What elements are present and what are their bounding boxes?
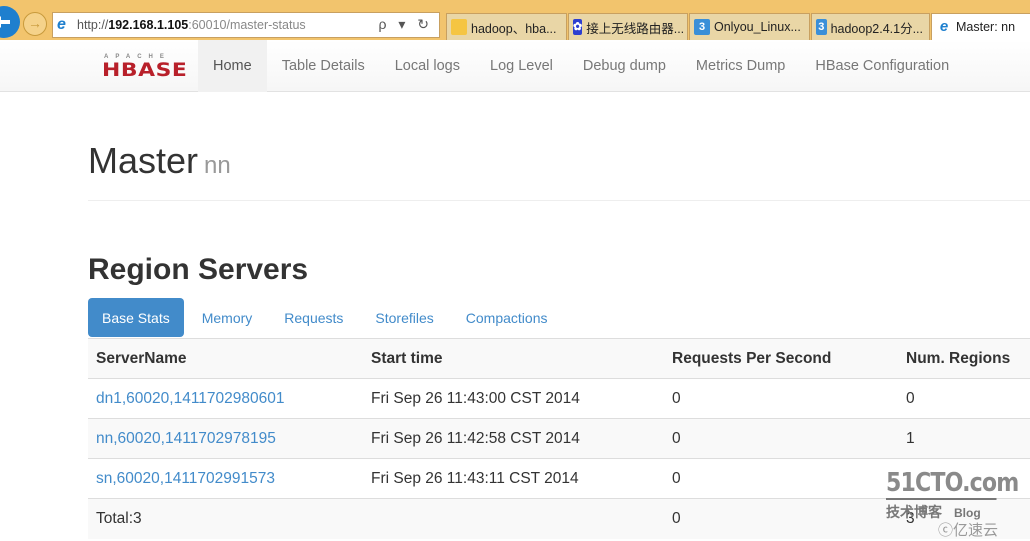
- start-time-cell: Fri Sep 26 11:42:58 CST 2014: [363, 418, 664, 459]
- site-3-icon: 3: [694, 19, 710, 35]
- back-arrow-icon: [0, 16, 10, 28]
- forward-button[interactable]: →: [23, 12, 47, 36]
- browser-tab-active[interactable]: e Master: nn: [931, 13, 1030, 40]
- column-header: Requests Per Second: [664, 338, 898, 379]
- browser-tab[interactable]: hadoop、hba...: [446, 13, 567, 40]
- nav-metrics-dump[interactable]: Metrics Dump: [681, 40, 800, 92]
- browser-tab[interactable]: 3 Onlyou_Linux...: [689, 13, 810, 40]
- address-url[interactable]: http://192.168.1.105:60010/master-status: [77, 18, 306, 32]
- navbar: APACHE HBASE Home Table Details Local lo…: [0, 40, 1030, 92]
- server-link[interactable]: nn,60020,1411702978195: [96, 430, 276, 447]
- server-name-cell: nn,60020,1411702978195: [88, 418, 363, 459]
- server-name-cell: sn,60020,1411702991573: [88, 458, 363, 499]
- ie-icon: e: [939, 18, 949, 35]
- watermark: 51CTO.com 技术博客 Blog ⓒ亿速云: [886, 468, 1030, 541]
- nav-home[interactable]: Home: [198, 40, 267, 92]
- column-header: ServerName: [88, 338, 363, 379]
- blog-icon: [451, 19, 467, 35]
- table-row: dn1,60020,1411702980601 Fri Sep 26 11:43…: [88, 378, 1030, 419]
- nav-table-details[interactable]: Table Details: [267, 40, 380, 92]
- page-header: Master nn: [88, 140, 1030, 201]
- search-refresh-icons[interactable]: ρ ▾ ↻: [378, 16, 433, 33]
- tab-requests[interactable]: Requests: [270, 298, 357, 337]
- section-title: Region Servers: [88, 253, 309, 286]
- site-3-icon: 3: [816, 19, 827, 35]
- total-label-cell: Total:3: [88, 498, 363, 539]
- column-header: Num. Regions: [898, 338, 1030, 379]
- back-button[interactable]: [0, 6, 20, 38]
- nav-log-level[interactable]: Log Level: [475, 40, 568, 92]
- tab-memory[interactable]: Memory: [188, 298, 267, 337]
- regions-cell: 0: [898, 378, 1030, 419]
- nav-hbase-configuration[interactable]: HBase Configuration: [800, 40, 964, 92]
- hbase-logo[interactable]: APACHE HBASE: [102, 54, 187, 81]
- table-row: nn,60020,1411702978195 Fri Sep 26 11:42:…: [88, 418, 1030, 459]
- empty-cell: [363, 498, 664, 539]
- server-name-cell: dn1,60020,1411702980601: [88, 378, 363, 419]
- page-subtitle: nn: [204, 152, 231, 179]
- browser-toolbar: → e http://192.168.1.105:60010/master-st…: [0, 0, 1030, 40]
- region-server-tabs: Base Stats Memory Requests Storefiles Co…: [88, 298, 565, 337]
- requests-cell: 0: [664, 418, 898, 459]
- address-bar[interactable]: e http://192.168.1.105:60010/master-stat…: [52, 12, 440, 38]
- server-link[interactable]: dn1,60020,1411702980601: [96, 390, 285, 407]
- ie-icon: e: [57, 16, 66, 33]
- watermark-51cto: 51CTO.com: [886, 468, 1019, 500]
- column-header: Start time: [363, 338, 664, 379]
- regions-cell: 1: [898, 418, 1030, 459]
- table-header-row: ServerName Start time Requests Per Secon…: [88, 338, 1030, 379]
- watermark-yisu: ⓒ亿速云: [938, 522, 999, 539]
- nav-local-logs[interactable]: Local logs: [380, 40, 475, 92]
- requests-cell: 0: [664, 458, 898, 499]
- tab-compactions[interactable]: Compactions: [452, 298, 562, 337]
- requests-cell: 0: [664, 378, 898, 419]
- nav-menu: Home Table Details Local logs Log Level …: [198, 40, 964, 92]
- browser-tab[interactable]: 3 hadoop2.4.1分...: [811, 13, 930, 40]
- baidu-paw-icon: ✿: [573, 19, 583, 35]
- total-requests-cell: 0: [664, 498, 898, 539]
- tab-base-stats[interactable]: Base Stats: [88, 298, 184, 337]
- start-time-cell: Fri Sep 26 11:43:00 CST 2014: [363, 378, 664, 419]
- browser-tabs: hadoop、hba... ✿ 接上无线路由器... 3 Onlyou_Linux.…: [446, 13, 1030, 40]
- browser-tab[interactable]: ✿ 接上无线路由器...: [568, 13, 688, 40]
- tab-storefiles[interactable]: Storefiles: [361, 298, 447, 337]
- page-title: Master nn: [88, 140, 231, 181]
- server-link[interactable]: sn,60020,1411702991573: [96, 470, 275, 487]
- start-time-cell: Fri Sep 26 11:43:11 CST 2014: [363, 458, 664, 499]
- forward-arrow-icon: →: [28, 15, 42, 31]
- nav-debug-dump[interactable]: Debug dump: [568, 40, 681, 92]
